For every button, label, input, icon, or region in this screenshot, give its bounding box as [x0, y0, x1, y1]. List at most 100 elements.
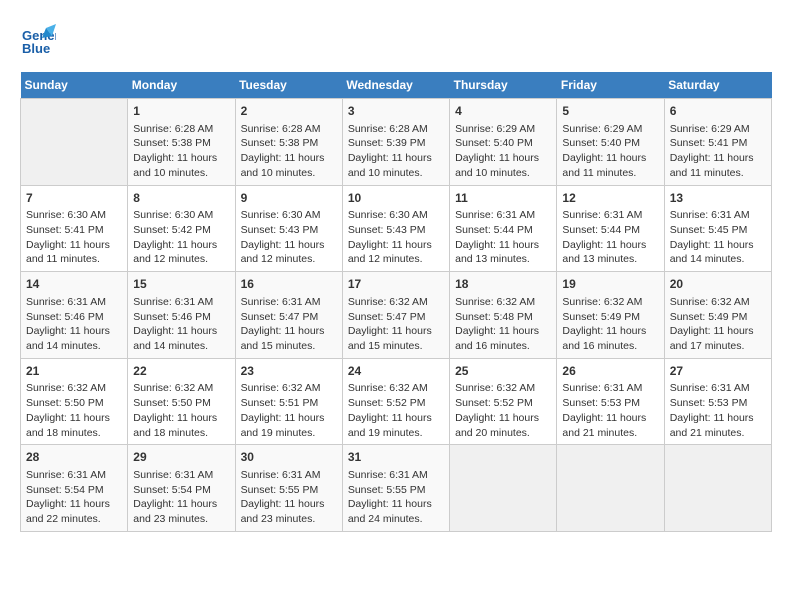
calendar-header: SundayMondayTuesdayWednesdayThursdayFrid…: [21, 72, 772, 99]
day-info: Sunrise: 6:31 AM Sunset: 5:47 PM Dayligh…: [241, 296, 325, 352]
day-number: 13: [670, 190, 766, 207]
calendar-cell: 28 Sunrise: 6:31 AM Sunset: 5:54 PM Dayli…: [21, 445, 128, 532]
day-info: Sunrise: 6:30 AM Sunset: 5:41 PM Dayligh…: [26, 209, 110, 265]
calendar-cell: 20 Sunrise: 6:32 AM Sunset: 5:49 PM Dayli…: [664, 272, 771, 359]
day-info: Sunrise: 6:32 AM Sunset: 5:52 PM Dayligh…: [348, 382, 432, 438]
day-info: Sunrise: 6:29 AM Sunset: 5:41 PM Dayligh…: [670, 123, 754, 179]
day-number: 22: [133, 363, 229, 380]
calendar-cell: 26 Sunrise: 6:31 AM Sunset: 5:53 PM Dayli…: [557, 358, 664, 445]
calendar-cell: 13Sunrise: 6:31 AM Sunset: 5:45 PM Dayli…: [664, 185, 771, 272]
day-info: Sunrise: 6:29 AM Sunset: 5:40 PM Dayligh…: [455, 123, 539, 179]
day-number: 29: [133, 449, 229, 466]
day-info: Sunrise: 6:31 AM Sunset: 5:55 PM Dayligh…: [348, 469, 432, 525]
day-number: 14: [26, 276, 122, 293]
day-number: 25: [455, 363, 551, 380]
day-number: 5: [562, 103, 658, 120]
day-info: Sunrise: 6:30 AM Sunset: 5:42 PM Dayligh…: [133, 209, 217, 265]
day-number: 1: [133, 103, 229, 120]
day-number: 20: [670, 276, 766, 293]
day-info: Sunrise: 6:31 AM Sunset: 5:44 PM Dayligh…: [562, 209, 646, 265]
day-info: Sunrise: 6:30 AM Sunset: 5:43 PM Dayligh…: [241, 209, 325, 265]
day-header-friday: Friday: [557, 72, 664, 99]
day-number: 28: [26, 449, 122, 466]
calendar-cell: 24Sunrise: 6:32 AM Sunset: 5:52 PM Dayli…: [342, 358, 449, 445]
day-number: 6: [670, 103, 766, 120]
day-info: Sunrise: 6:32 AM Sunset: 5:49 PM Dayligh…: [670, 296, 754, 352]
svg-text:Blue: Blue: [22, 41, 50, 56]
calendar-cell: 8 Sunrise: 6:30 AM Sunset: 5:42 PM Daylig…: [128, 185, 235, 272]
day-number: 26: [562, 363, 658, 380]
calendar-cell: 10Sunrise: 6:30 AM Sunset: 5:43 PM Dayli…: [342, 185, 449, 272]
logo-icon: General Blue: [20, 20, 56, 56]
day-info: Sunrise: 6:32 AM Sunset: 5:49 PM Dayligh…: [562, 296, 646, 352]
calendar-cell: 4 Sunrise: 6:29 AM Sunset: 5:40 PM Daylig…: [450, 99, 557, 186]
calendar-cell: 27Sunrise: 6:31 AM Sunset: 5:53 PM Dayli…: [664, 358, 771, 445]
day-number: 7: [26, 190, 122, 207]
page-header: General Blue: [20, 20, 772, 56]
day-number: 4: [455, 103, 551, 120]
calendar-cell: [557, 445, 664, 532]
calendar-cell: 14 Sunrise: 6:31 AM Sunset: 5:46 PM Dayli…: [21, 272, 128, 359]
calendar-week-4: 21Sunrise: 6:32 AM Sunset: 5:50 PM Dayli…: [21, 358, 772, 445]
calendar-cell: 1 Sunrise: 6:28 AM Sunset: 5:38 PM Daylig…: [128, 99, 235, 186]
day-info: Sunrise: 6:31 AM Sunset: 5:46 PM Dayligh…: [26, 296, 110, 352]
calendar-cell: 22 Sunrise: 6:32 AM Sunset: 5:50 PM Dayli…: [128, 358, 235, 445]
day-number: 17: [348, 276, 444, 293]
day-number: 2: [241, 103, 337, 120]
day-number: 8: [133, 190, 229, 207]
day-info: Sunrise: 6:31 AM Sunset: 5:44 PM Dayligh…: [455, 209, 539, 265]
day-info: Sunrise: 6:31 AM Sunset: 5:54 PM Dayligh…: [133, 469, 217, 525]
day-header-sunday: Sunday: [21, 72, 128, 99]
calendar-cell: 31 Sunrise: 6:31 AM Sunset: 5:55 PM Dayli…: [342, 445, 449, 532]
day-info: Sunrise: 6:32 AM Sunset: 5:50 PM Dayligh…: [133, 382, 217, 438]
calendar-cell: 12 Sunrise: 6:31 AM Sunset: 5:44 PM Dayli…: [557, 185, 664, 272]
calendar-cell: 19Sunrise: 6:32 AM Sunset: 5:49 PM Dayli…: [557, 272, 664, 359]
day-info: Sunrise: 6:32 AM Sunset: 5:51 PM Dayligh…: [241, 382, 325, 438]
logo: General Blue: [20, 20, 60, 56]
calendar-cell: 16 Sunrise: 6:31 AM Sunset: 5:47 PM Dayli…: [235, 272, 342, 359]
calendar-table: SundayMondayTuesdayWednesdayThursdayFrid…: [20, 72, 772, 532]
day-number: 15: [133, 276, 229, 293]
day-info: Sunrise: 6:32 AM Sunset: 5:47 PM Dayligh…: [348, 296, 432, 352]
calendar-cell: 17 Sunrise: 6:32 AM Sunset: 5:47 PM Dayli…: [342, 272, 449, 359]
day-header-monday: Monday: [128, 72, 235, 99]
day-number: 30: [241, 449, 337, 466]
calendar-cell: 29 Sunrise: 6:31 AM Sunset: 5:54 PM Dayli…: [128, 445, 235, 532]
day-number: 3: [348, 103, 444, 120]
calendar-cell: 23 Sunrise: 6:32 AM Sunset: 5:51 PM Dayli…: [235, 358, 342, 445]
day-number: 23: [241, 363, 337, 380]
calendar-cell: 9 Sunrise: 6:30 AM Sunset: 5:43 PM Daylig…: [235, 185, 342, 272]
calendar-cell: 3 Sunrise: 6:28 AM Sunset: 5:39 PM Daylig…: [342, 99, 449, 186]
calendar-week-3: 14 Sunrise: 6:31 AM Sunset: 5:46 PM Dayli…: [21, 272, 772, 359]
calendar-cell: [664, 445, 771, 532]
day-number: 11: [455, 190, 551, 207]
day-header-wednesday: Wednesday: [342, 72, 449, 99]
calendar-week-5: 28 Sunrise: 6:31 AM Sunset: 5:54 PM Dayli…: [21, 445, 772, 532]
day-info: Sunrise: 6:32 AM Sunset: 5:52 PM Dayligh…: [455, 382, 539, 438]
calendar-cell: 30Sunrise: 6:31 AM Sunset: 5:55 PM Dayli…: [235, 445, 342, 532]
day-info: Sunrise: 6:32 AM Sunset: 5:50 PM Dayligh…: [26, 382, 110, 438]
day-number: 12: [562, 190, 658, 207]
day-info: Sunrise: 6:32 AM Sunset: 5:48 PM Dayligh…: [455, 296, 539, 352]
calendar-cell: 18Sunrise: 6:32 AM Sunset: 5:48 PM Dayli…: [450, 272, 557, 359]
day-info: Sunrise: 6:29 AM Sunset: 5:40 PM Dayligh…: [562, 123, 646, 179]
day-number: 9: [241, 190, 337, 207]
day-info: Sunrise: 6:31 AM Sunset: 5:53 PM Dayligh…: [562, 382, 646, 438]
day-header-tuesday: Tuesday: [235, 72, 342, 99]
calendar-cell: 5 Sunrise: 6:29 AM Sunset: 5:40 PM Daylig…: [557, 99, 664, 186]
day-number: 31: [348, 449, 444, 466]
day-info: Sunrise: 6:30 AM Sunset: 5:43 PM Dayligh…: [348, 209, 432, 265]
calendar-cell: [21, 99, 128, 186]
calendar-cell: 25 Sunrise: 6:32 AM Sunset: 5:52 PM Dayli…: [450, 358, 557, 445]
day-info: Sunrise: 6:28 AM Sunset: 5:39 PM Dayligh…: [348, 123, 432, 179]
day-header-thursday: Thursday: [450, 72, 557, 99]
day-info: Sunrise: 6:31 AM Sunset: 5:54 PM Dayligh…: [26, 469, 110, 525]
calendar-cell: 21Sunrise: 6:32 AM Sunset: 5:50 PM Dayli…: [21, 358, 128, 445]
calendar-cell: 7 Sunrise: 6:30 AM Sunset: 5:41 PM Daylig…: [21, 185, 128, 272]
calendar-cell: 6 Sunrise: 6:29 AM Sunset: 5:41 PM Daylig…: [664, 99, 771, 186]
day-header-saturday: Saturday: [664, 72, 771, 99]
day-number: 16: [241, 276, 337, 293]
day-info: Sunrise: 6:28 AM Sunset: 5:38 PM Dayligh…: [133, 123, 217, 179]
calendar-cell: 2Sunrise: 6:28 AM Sunset: 5:38 PM Daylig…: [235, 99, 342, 186]
day-info: Sunrise: 6:31 AM Sunset: 5:46 PM Dayligh…: [133, 296, 217, 352]
